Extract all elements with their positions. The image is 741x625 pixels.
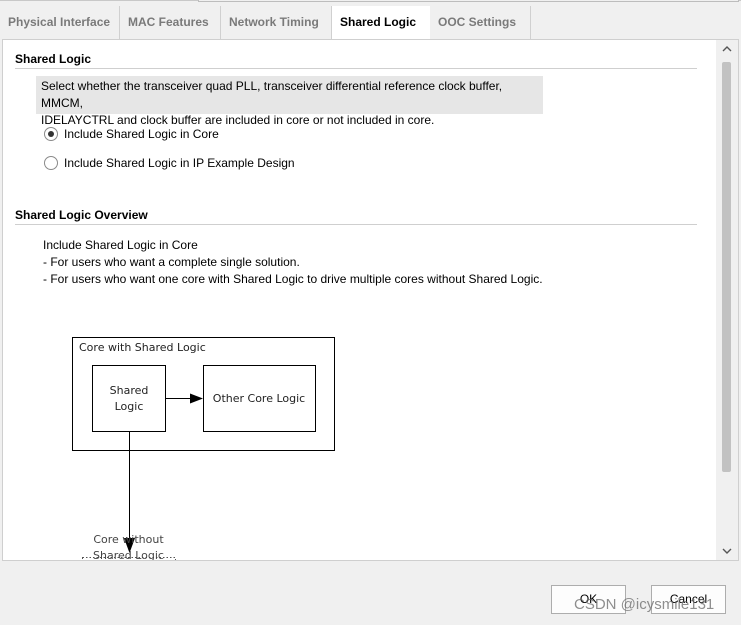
- section-divider: [15, 68, 697, 69]
- cancel-button[interactable]: Cancel: [651, 585, 726, 614]
- tab-ooc-settings[interactable]: OOC Settings: [430, 6, 531, 39]
- tab-panel: Shared Logic Select whether the transcei…: [2, 39, 739, 561]
- core-without-label-line: Shared Logic: [93, 549, 164, 560]
- overview-heading: Include Shared Logic in Core: [43, 238, 198, 252]
- shared-logic-label: Shared: [110, 384, 149, 397]
- radio-include-in-example-design[interactable]: Include Shared Logic in IP Example Desig…: [44, 156, 295, 170]
- shared-logic-box: [92, 365, 166, 432]
- section-title-shared-logic: Shared Logic: [15, 52, 92, 66]
- core-without-label-line: Core without: [93, 533, 164, 546]
- scrollbar-thumb[interactable]: [722, 62, 731, 472]
- chevron-up-icon[interactable]: [716, 40, 738, 58]
- chevron-down-icon[interactable]: [716, 542, 738, 560]
- overview-bullet: - For users who want a complete single s…: [43, 255, 300, 269]
- section-title-overview: Shared Logic Overview: [15, 208, 148, 222]
- core-with-shared-logic-label: Core with Shared Logic: [79, 341, 206, 354]
- header-field-edge: [198, 0, 739, 2]
- shared-logic-diagram: Core with Shared Logic Shared Logic Othe…: [72, 337, 335, 560]
- core-without-shared-logic-label: Core without Shared Logic: [82, 532, 175, 560]
- tab-mac-features[interactable]: MAC Features: [120, 6, 221, 39]
- overview-bullet: - For users who want one core with Share…: [43, 272, 543, 286]
- vertical-scrollbar[interactable]: [716, 40, 738, 560]
- other-core-logic-label: Other Core Logic: [213, 392, 305, 405]
- tab-shared-logic[interactable]: Shared Logic: [332, 6, 430, 39]
- description-box: Select whether the transceiver quad PLL,…: [36, 76, 543, 127]
- radio-button[interactable]: [44, 156, 58, 170]
- section-divider: [15, 224, 697, 225]
- description-line: Select whether the transceiver quad PLL,…: [41, 79, 503, 110]
- tab-bar: Physical Interface MAC Features Network …: [0, 6, 741, 39]
- shared-logic-label: Logic: [115, 400, 144, 413]
- tab-physical-interface[interactable]: Physical Interface: [0, 6, 120, 39]
- scroll-content: Shared Logic Select whether the transcei…: [3, 40, 716, 560]
- ok-button[interactable]: OK: [551, 585, 626, 614]
- radio-label: Include Shared Logic in Core: [64, 127, 219, 141]
- radio-button-selected[interactable]: [44, 127, 58, 141]
- radio-include-in-core[interactable]: Include Shared Logic in Core: [44, 127, 219, 141]
- radio-label: Include Shared Logic in IP Example Desig…: [64, 156, 295, 170]
- tab-network-timing[interactable]: Network Timing: [221, 6, 332, 39]
